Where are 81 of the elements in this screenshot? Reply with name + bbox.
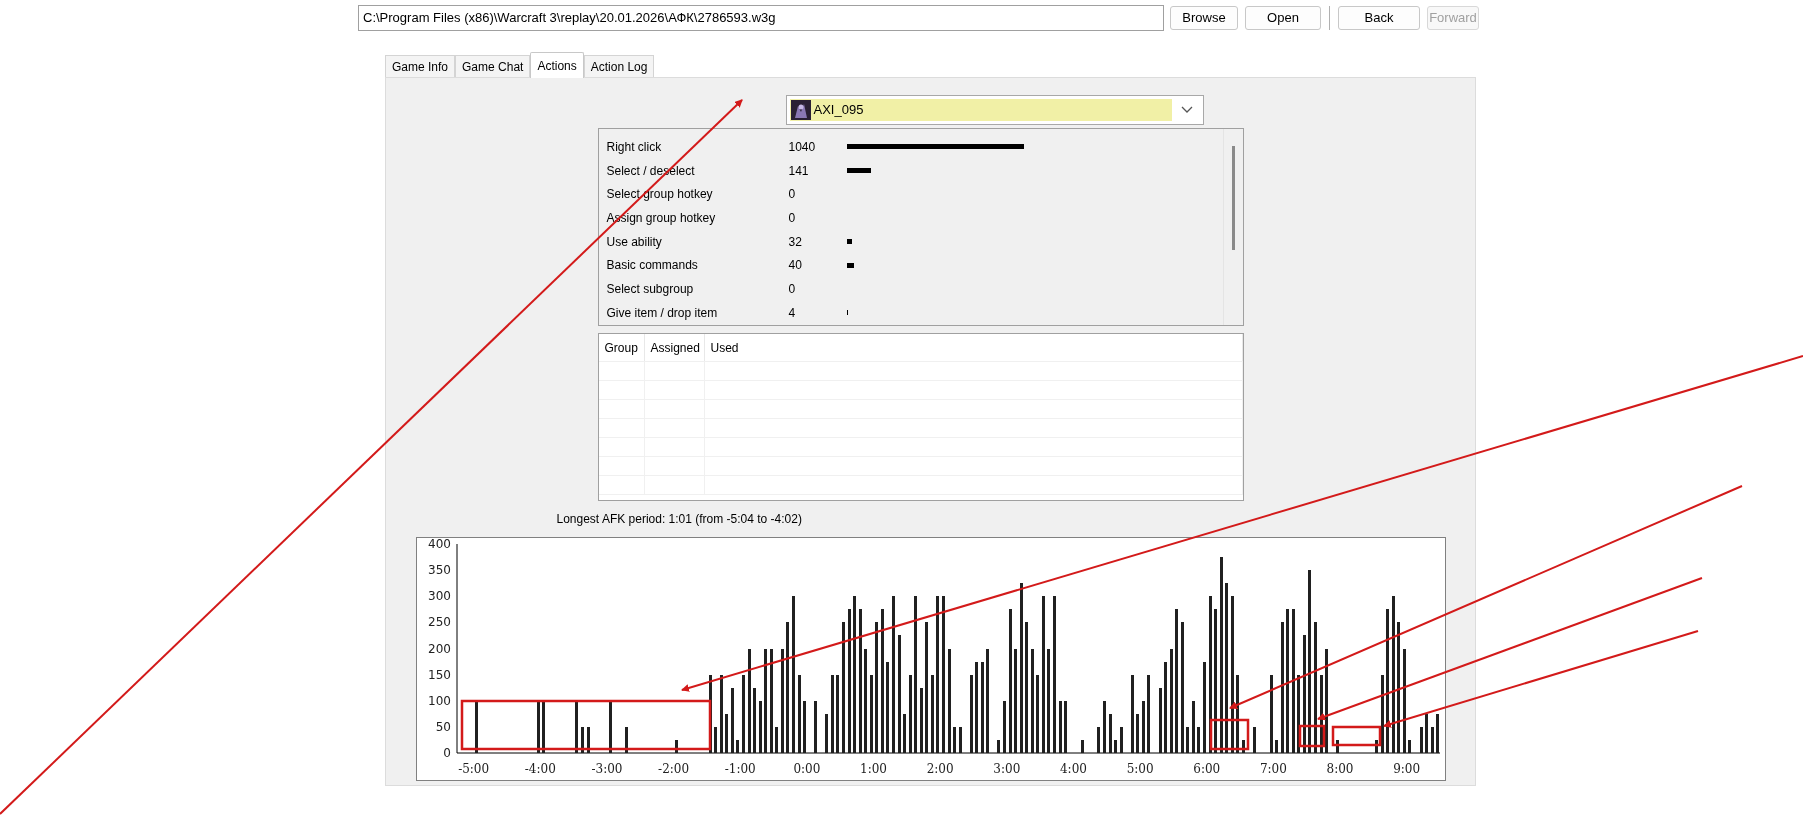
apm-bar <box>1335 740 1339 753</box>
highlight-frame <box>1331 725 1382 747</box>
x-tick-label: 0:00 <box>792 762 820 776</box>
column-header[interactable]: Group <box>598 334 645 361</box>
apm-bar <box>824 714 828 753</box>
action-name: Right click <box>605 138 663 156</box>
player-name: AXI_095 <box>813 101 864 120</box>
highlight-frame <box>1209 718 1250 751</box>
action-count: 0 <box>788 280 797 298</box>
y-tick-label: 400 <box>427 538 451 551</box>
x-tick-label: 8:00 <box>1326 762 1353 776</box>
action-name: Select group hotkey <box>605 186 714 204</box>
apm-bar <box>1080 740 1084 753</box>
tab[interactable]: Actions <box>530 52 584 78</box>
highlight-frame <box>1298 724 1326 748</box>
apm-bar <box>580 727 584 753</box>
x-tick-label: 3:00 <box>992 762 1020 776</box>
tab[interactable]: Action Log <box>583 55 655 77</box>
y-tick-label: 0 <box>442 746 451 760</box>
column-header[interactable]: Assigned <box>644 334 705 361</box>
x-tick-label: -5:00 <box>457 762 489 776</box>
afk-summary: Longest AFK period: 1:01 (from -5:04 to -4:02) <box>556 512 802 526</box>
apm-bar <box>608 701 612 753</box>
apm-bar <box>958 727 962 753</box>
y-tick-label: 150 <box>427 667 451 682</box>
apm-bar <box>674 740 678 753</box>
tab[interactable]: Game Chat <box>455 55 531 77</box>
action-name: Give item / drop item <box>605 304 719 322</box>
x-tick-label: 2:00 <box>926 762 954 776</box>
column-header[interactable]: Used <box>704 334 1243 361</box>
apm-bar <box>574 701 578 753</box>
x-tick-label: 6:00 <box>1192 762 1220 776</box>
x-tick-label: -2:00 <box>657 762 689 776</box>
toolbar-button[interactable]: Browse <box>1170 6 1238 30</box>
action-name: Use ability <box>605 233 663 251</box>
y-tick-label: 350 <box>427 563 451 578</box>
count-bar <box>846 262 854 268</box>
action-count: 0 <box>788 209 797 227</box>
action-count: 141 <box>788 162 810 180</box>
x-tick-label: 1:00 <box>859 762 887 776</box>
toolbar-button[interactable]: Open <box>1245 6 1321 30</box>
y-tick-label: 300 <box>427 589 451 604</box>
path-field[interactable]: C:\Program Files (x86)\Warcraft 3\replay\20.01.2026\АФК\2786593.w3g <box>358 5 1164 31</box>
scrollbar-thumb[interactable] <box>1231 146 1235 250</box>
apm-bar <box>1096 727 1100 753</box>
x-tick-label: 9:00 <box>1392 762 1420 776</box>
x-tick-label: 7:00 <box>1259 762 1287 776</box>
action-count: 1040 <box>788 138 817 156</box>
apm-bar <box>1374 740 1378 753</box>
action-name: Basic commands <box>605 257 699 275</box>
apm-bar <box>1252 727 1256 753</box>
x-tick-label: -4:00 <box>524 762 556 776</box>
apm-bar <box>586 727 590 753</box>
player-dropdown[interactable]: AXI_095 <box>785 95 1204 125</box>
chevron-down-icon <box>1179 105 1194 115</box>
x-tick-label: 4:00 <box>1059 762 1087 776</box>
action-count: 32 <box>788 233 803 251</box>
y-tick-label: 50 <box>435 719 451 734</box>
apm-bar <box>474 701 478 753</box>
y-tick-label: 200 <box>427 641 451 656</box>
action-count: 0 <box>788 186 797 204</box>
x-tick-label: -1:00 <box>724 762 756 776</box>
action-count: 4 <box>788 304 797 322</box>
y-tick-label: 250 <box>427 615 451 630</box>
count-bar <box>846 168 871 174</box>
x-tick-label: -3:00 <box>590 762 622 776</box>
apm-bar <box>1241 740 1245 753</box>
apm-bar <box>996 740 1000 753</box>
y-tick-label: 100 <box>427 693 451 708</box>
apm-bar <box>1002 701 1006 753</box>
hero-portrait-icon <box>790 100 811 120</box>
apm-bar <box>813 701 817 753</box>
count-bar <box>846 239 852 245</box>
tab[interactable]: Game Info <box>385 55 456 77</box>
toolbar-button[interactable]: Back <box>1338 6 1420 30</box>
apm-bar <box>1102 701 1106 753</box>
apm-bar <box>1119 727 1123 753</box>
apm-bar <box>624 727 628 753</box>
action-name: Select subgroup <box>605 280 695 298</box>
action-count: 40 <box>788 257 803 275</box>
x-tick-label: 5:00 <box>1126 762 1154 776</box>
